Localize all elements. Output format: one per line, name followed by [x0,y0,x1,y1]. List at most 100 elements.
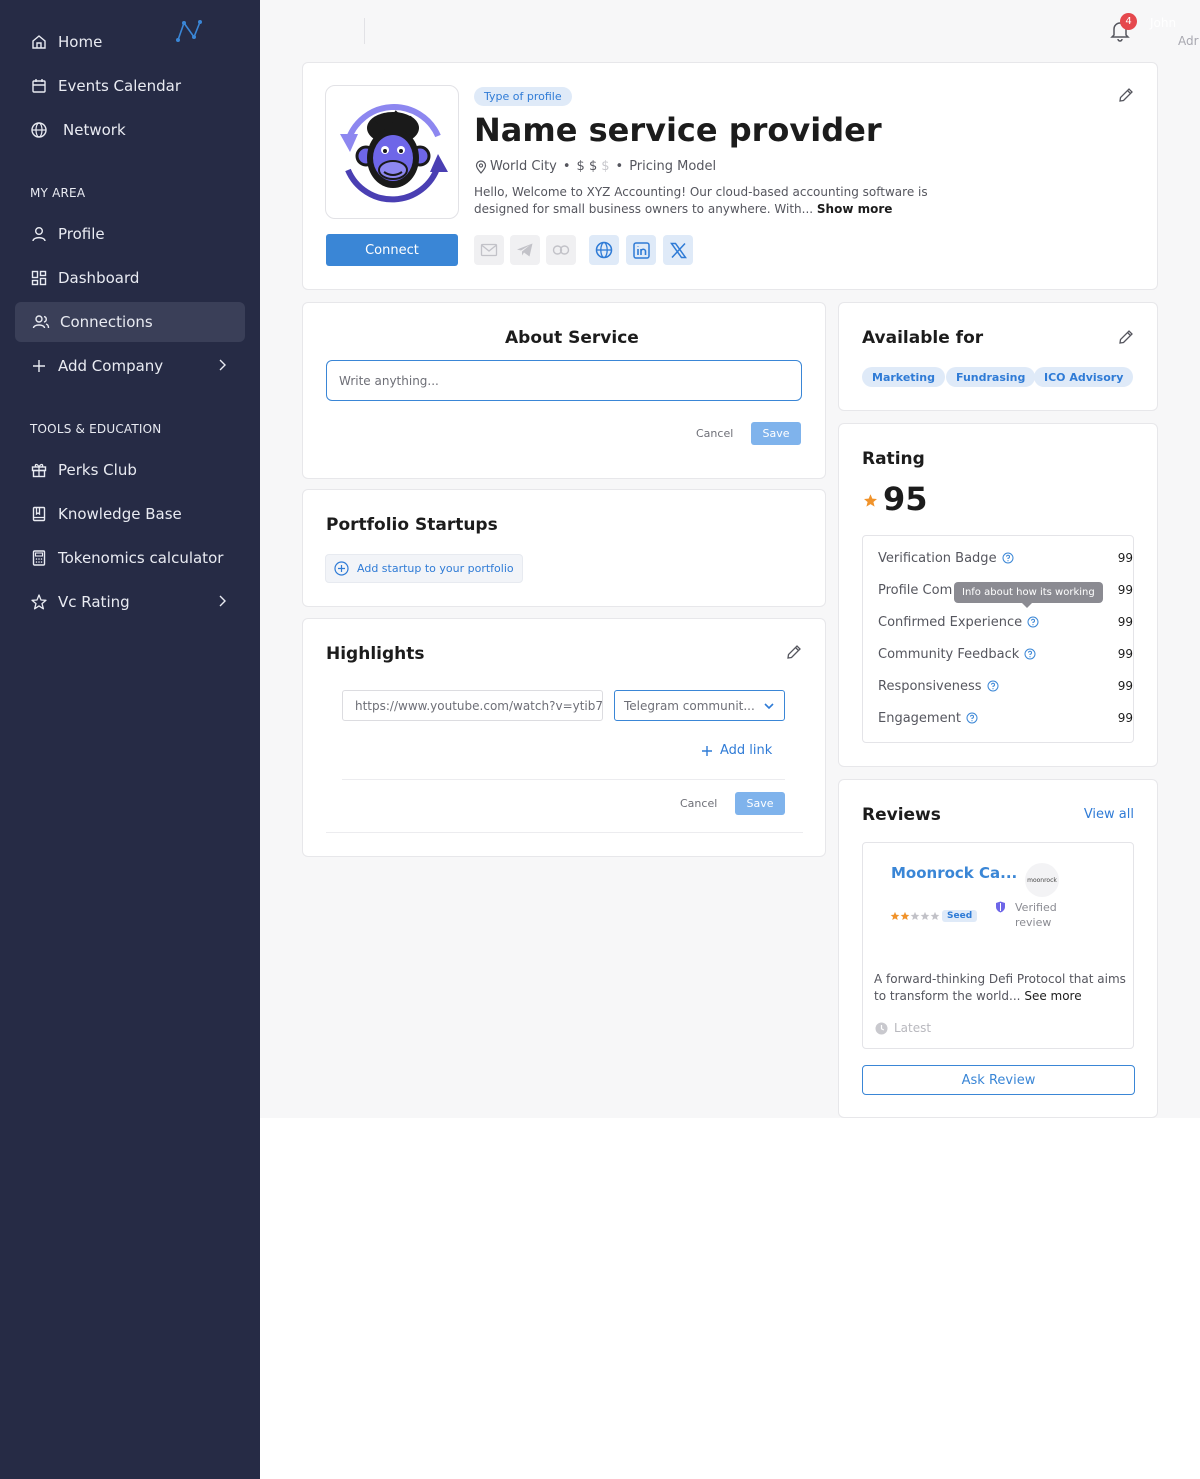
topbar-divider [364,18,365,44]
profile-meta: World City • $ $ $ • Pricing Model [474,159,716,174]
help-icon[interactable] [987,680,999,692]
about-save-button[interactable]: Save [751,422,801,445]
sidebar-item-label: Events Calendar [58,77,182,95]
email-button[interactable] [474,235,504,265]
star-filled-icon [890,911,900,921]
price-level-inactive: $ [601,159,610,174]
sidebar-item-events-calendar[interactable]: Events Calendar [15,66,245,106]
edit-profile-icon[interactable] [1118,87,1134,103]
rating-row-label: Engagement [878,710,961,726]
see-more-link[interactable]: See more [1024,989,1081,1003]
portfolio-title: Portfolio Startups [326,515,498,535]
review-company-name[interactable]: Moonrock Ca... [891,864,1017,882]
review-stage-badge: Seed [942,910,978,922]
link-icon [552,245,570,255]
globe-icon [595,241,613,259]
help-icon[interactable] [1027,616,1039,628]
reviews-card: Reviews View all Moonrock Ca... moonrock… [838,779,1158,1118]
highlights-cancel-button[interactable]: Cancel [680,797,717,810]
profile-type-tag: Type of profile [474,87,572,106]
location-pin-icon [475,159,487,174]
sidebar-item-label: Home [58,33,103,51]
help-icon[interactable] [966,712,978,724]
sidebar-item-connections[interactable]: Connections [15,302,245,342]
rating-row-label: Responsiveness [878,678,982,694]
about-cancel-button[interactable]: Cancel [696,427,733,440]
review-item[interactable]: Moonrock Ca... moonrock Seed Verified re… [862,842,1134,1049]
users-icon [32,315,50,329]
monkey-logo-icon [340,103,448,203]
linkedin-button[interactable] [626,235,656,265]
add-startup-button[interactable]: Add startup to your portfolio [325,554,523,583]
connect-button[interactable]: Connect [326,234,458,266]
pricing-model: Pricing Model [629,159,717,174]
rating-row-value: 99 [1117,679,1133,693]
notification-badge: 4 [1120,13,1137,30]
plus-icon [33,360,45,372]
highlight-link-input[interactable]: https://www.youtube.com/watch?v=ytib7 [342,690,603,721]
rating-breakdown: Verification Badge 99 Profile Com 99 Con… [862,535,1134,743]
rating-info-tooltip: Info about how its working [954,582,1103,608]
review-text-body: A forward-thinking Defi Protocol that ai… [874,972,1126,1003]
rating-row: Engagement 99 [878,708,1133,728]
edit-highlights-icon[interactable] [786,644,802,660]
plus-circle-icon [334,561,349,576]
profile-location: World City [490,159,557,174]
website-button[interactable] [589,235,619,265]
rating-row-label: Confirmed Experience [878,614,1023,630]
chevron-right-icon [219,359,226,371]
help-icon[interactable] [1024,648,1036,660]
section-tools-education: TOOLS & EDUCATION [30,422,162,436]
highlights-card: Highlights https://www.youtube.com/watch… [302,618,826,857]
chevron-right-icon [219,595,226,607]
highlights-save-button[interactable]: Save [735,792,785,815]
sidebar-item-label: Add Company [58,357,164,375]
link-button[interactable] [546,235,576,265]
review-latest-label: Latest [894,1021,932,1035]
add-startup-label: Add startup to your portfolio [357,562,514,575]
about-service-input[interactable]: Write anything... [326,360,802,401]
dashboard-icon [31,270,47,286]
telegram-button[interactable] [510,235,540,265]
about-service-card: About Service Write anything... Cancel S… [302,302,826,479]
add-link-button[interactable]: Add link [701,743,772,758]
x-twitter-icon [669,242,687,258]
user-role: Adr [1178,34,1199,48]
highlight-type-value: Telegram communit... [624,698,755,713]
sidebar-item-label: Perks Club [58,461,137,479]
sidebar-item-label: Vc Rating [58,593,130,611]
rating-row-label: Community Feedback [878,646,1020,662]
star-icon [31,594,47,610]
verified-review-text: Verified review [1015,901,1057,929]
rating-score: 95 [883,480,928,518]
sidebar-item-home[interactable]: Home [15,22,245,62]
edit-available-icon[interactable] [1118,329,1134,345]
sidebar-item-dashboard[interactable]: Dashboard [15,258,245,298]
available-chip: Marketing [862,367,946,387]
sidebar-item-network[interactable]: Network [15,110,245,150]
help-icon[interactable] [1002,552,1014,564]
chevron-down-icon [764,703,774,710]
show-more-link[interactable]: Show more [817,202,893,216]
divider [342,779,785,780]
clock-icon [875,1022,888,1034]
user-name[interactable]: John [1150,16,1176,30]
highlight-type-select[interactable]: Telegram communit... [614,690,785,721]
mail-icon [480,243,498,257]
view-all-reviews-link[interactable]: View all [1084,807,1134,822]
sidebar-item-tokenomics-calculator[interactable]: Tokenomics calculator [15,538,245,578]
sidebar-item-label: Profile [58,225,105,243]
sidebar-item-knowledge-base[interactable]: Knowledge Base [15,494,245,534]
globe-icon [31,122,47,138]
sidebar-item-label: Network [63,121,126,139]
rating-row-value: 99 [1117,647,1133,661]
x-twitter-button[interactable] [663,235,693,265]
telegram-icon [517,243,533,257]
ask-review-button[interactable]: Ask Review [862,1065,1135,1095]
sidebar-item-perks-club[interactable]: Perks Club [15,450,245,490]
sidebar-item-add-company[interactable]: Add Company [15,346,245,386]
sidebar-item-profile[interactable]: Profile [15,214,245,254]
gift-icon [31,463,47,478]
sidebar-item-vc-rating[interactable]: Vc Rating [15,582,245,622]
rating-row-value: 99 [1117,711,1133,725]
